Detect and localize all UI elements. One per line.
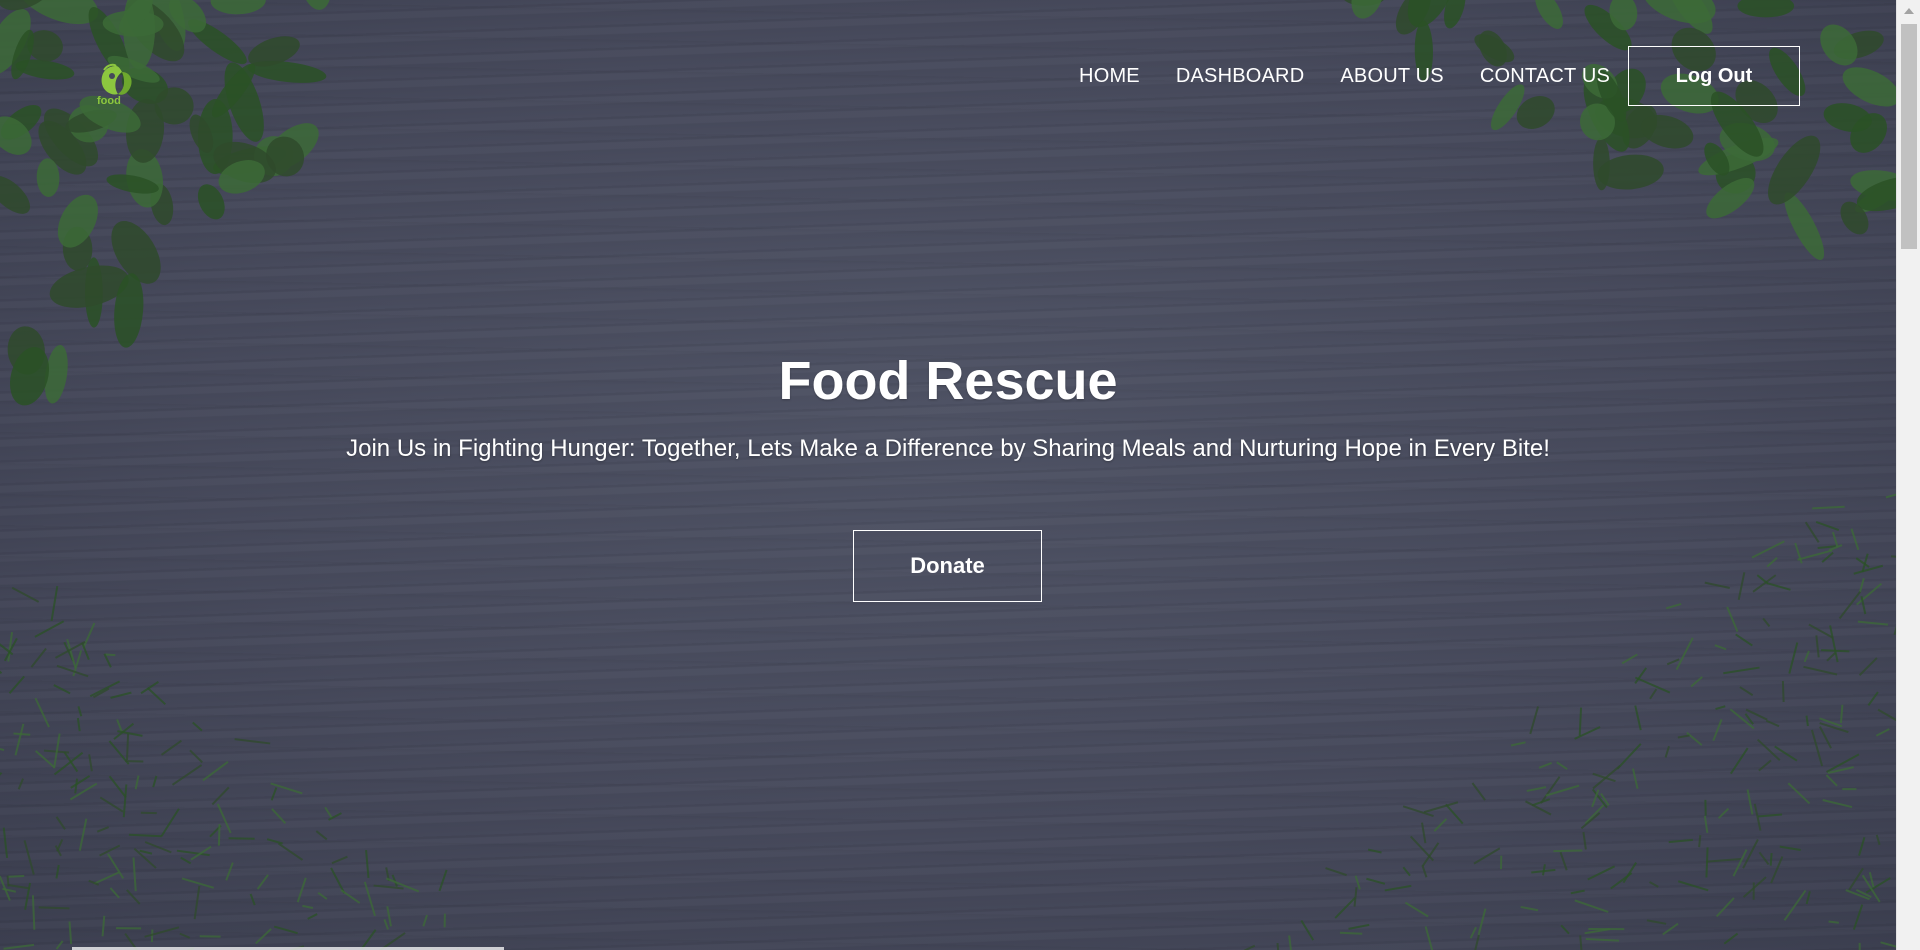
hero-section: food HOME DASHBOARD ABOUT US CONTACT US …	[0, 0, 1896, 950]
herb-foliage-decoration	[0, 0, 1896, 950]
scroll-up-arrow-icon[interactable]	[1904, 8, 1914, 14]
scroll-thumb[interactable]	[1901, 24, 1917, 249]
hero-title: Food Rescue	[778, 351, 1118, 411]
nav-dashboard[interactable]: DASHBOARD	[1176, 65, 1305, 88]
nav-home[interactable]: HOME	[1079, 65, 1140, 88]
logout-button[interactable]: Log Out	[1628, 46, 1800, 106]
main-navigation: HOME DASHBOARD ABOUT US CONTACT US Log O…	[1043, 46, 1800, 106]
nav-contact-us[interactable]: CONTACT US	[1480, 65, 1610, 88]
logo-text: food	[97, 95, 121, 107]
hero-subtitle: Join Us in Fighting Hunger: Together, Le…	[346, 435, 1550, 462]
nav-about-us[interactable]: ABOUT US	[1340, 65, 1443, 88]
vertical-scrollbar[interactable]	[1896, 0, 1920, 950]
donate-button[interactable]: Donate	[853, 530, 1042, 602]
